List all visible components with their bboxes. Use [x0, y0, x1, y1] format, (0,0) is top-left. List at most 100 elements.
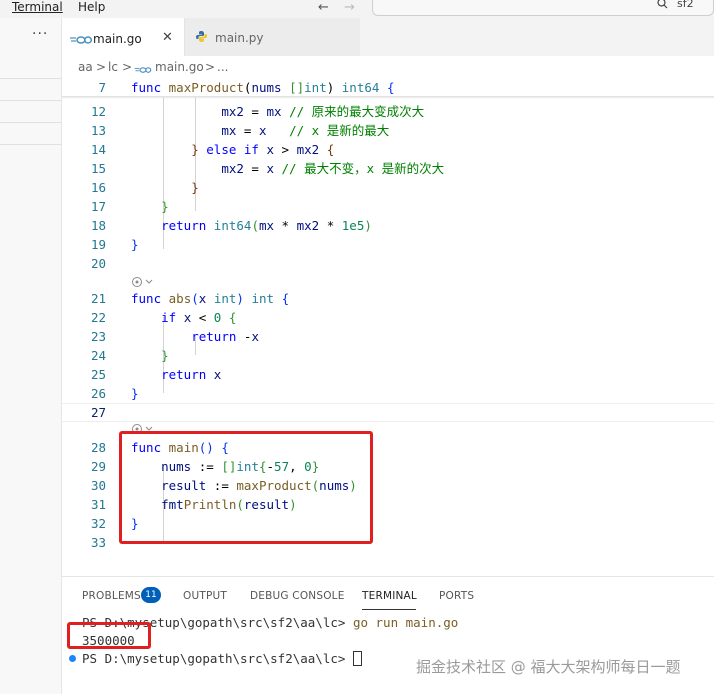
code-text: func abs(x int) int {	[131, 291, 290, 306]
menu-terminal[interactable]: Terminal	[12, 0, 63, 14]
breadcrumb: aa > lc > main.go > ...	[62, 56, 714, 78]
code-line[interactable]: 18 return int64(mx * mx2 * 1e5)	[62, 216, 714, 235]
code-text: mx2 = mx // 原来的最大变成次大	[221, 104, 425, 119]
breadcrumb-item-lc[interactable]: lc	[108, 60, 118, 74]
code-line[interactable]: 20	[62, 254, 714, 273]
watermark: 掘金技术社区 @ 福大大架构师每日一题	[416, 658, 681, 676]
side-divider	[0, 144, 62, 145]
code-line[interactable]: 12 mx2 = mx // 原来的最大变成次大	[62, 102, 714, 121]
line-number: 21	[90, 291, 106, 306]
tab-label: main.go	[93, 32, 142, 46]
line-number: 14	[90, 142, 106, 157]
command-center-search[interactable]: sf2	[372, 0, 714, 16]
line-number: 33	[90, 535, 106, 550]
back-arrow-icon[interactable]: ←	[318, 0, 329, 15]
breadcrumb-separator: >	[205, 60, 216, 74]
terminal-command: go run main.go	[352, 615, 459, 630]
tab-ports[interactable]: PORTS	[439, 590, 474, 602]
code-text: return int64(mx * mx2 * 1e5)	[161, 218, 372, 233]
code-line[interactable]: 7 func maxProduct(nums []int) int64 {	[62, 78, 714, 97]
more-actions-icon[interactable]: ···	[32, 26, 48, 42]
breadcrumb-separator: >	[122, 60, 133, 74]
breadcrumb-separator: >	[96, 60, 107, 74]
menu-help-label: Help	[78, 0, 106, 14]
line-number: 16	[90, 180, 106, 195]
line-number: 13	[90, 123, 106, 138]
line-number: 30	[90, 478, 106, 493]
line-number: 32	[90, 516, 106, 531]
tab-problems[interactable]: PROBLEMS	[82, 590, 141, 602]
breadcrumb-item-main-go[interactable]: main.go	[155, 60, 204, 74]
tab-output[interactable]: OUTPUT	[183, 590, 227, 602]
search-text: sf2	[677, 0, 694, 10]
line-number: 20	[90, 256, 106, 271]
breadcrumb-item-more[interactable]: ...	[217, 60, 228, 74]
menu-terminal-label: Terminal	[12, 0, 63, 14]
line-number: 19	[90, 237, 106, 252]
line-number: 26	[90, 386, 106, 401]
terminal-line-prompt[interactable]: PS D:\mysetup\gopath\src\sf2\aa\lc>	[82, 650, 362, 668]
code-line[interactable]: 15 mx2 = x // 最大不变，x 是新的次大	[62, 159, 714, 178]
line-number: 29	[90, 459, 106, 474]
code-text: }	[191, 180, 199, 195]
code-text: }	[161, 199, 169, 214]
go-file-icon	[134, 67, 152, 73]
menu-help[interactable]: Help	[78, 0, 105, 14]
code-text: } else if x > mx2 {	[191, 142, 335, 157]
search-icon	[657, 0, 668, 9]
line-number: 24	[90, 348, 106, 363]
code-line[interactable]: 22 if x < 0 {	[62, 308, 714, 327]
code-text: mx2 = x // 最大不变，x 是新的次大	[221, 161, 445, 176]
code-line[interactable]: 25 return x	[62, 365, 714, 384]
go-file-icon	[70, 36, 92, 44]
line-number: 17	[90, 199, 106, 214]
forward-arrow-icon[interactable]: →	[344, 0, 355, 15]
side-panel: ···	[0, 18, 62, 694]
sticky-scroll-shadow	[62, 96, 714, 99]
tab-main-py[interactable]: main.py	[184, 18, 360, 56]
line-number: 15	[90, 161, 106, 176]
code-text: return -x	[191, 329, 259, 344]
code-line[interactable]: 13 mx = x // x 是新的最大	[62, 121, 714, 140]
code-line[interactable]: 17 }	[62, 197, 714, 216]
code-line[interactable]: 14 } else if x > mx2 {	[62, 140, 714, 159]
code-line[interactable]: 16 }	[62, 178, 714, 197]
code-line[interactable]: 24 }	[62, 346, 714, 365]
code-line[interactable]: 19}	[62, 235, 714, 254]
code-line[interactable]: 26}	[62, 384, 714, 403]
tab-label: main.py	[215, 31, 264, 45]
code-text: return x	[161, 367, 222, 382]
output-highlight	[67, 622, 151, 649]
line-number: 12	[90, 104, 106, 119]
code-line[interactable]: 21 func abs(x int) int {	[62, 289, 714, 308]
code-text: func maxProduct(nums []int) int64 {	[131, 80, 395, 95]
code-text: }	[131, 386, 139, 401]
line-number: 28	[90, 440, 106, 455]
line-number: 27	[90, 405, 106, 420]
command-status-icon	[69, 655, 76, 662]
code-line[interactable]: 23 return -x	[62, 327, 714, 346]
terminal-prompt: PS D:\mysetup\gopath\src\sf2\aa\lc>	[82, 651, 353, 666]
code-text: }	[131, 237, 139, 252]
code-text: mx = x // x 是新的最大	[221, 123, 390, 138]
code-text: if x < 0 {	[161, 310, 237, 325]
terminal-cursor	[352, 651, 362, 666]
editor-tab-bar: main.go ✕ main.py	[62, 18, 714, 56]
line-number: 18	[90, 218, 106, 233]
menu-bar: Terminal Help ← → sf2	[0, 0, 714, 18]
line-number: 7	[98, 80, 106, 95]
codelens-icon[interactable]	[131, 276, 155, 288]
line-number: 22	[90, 310, 106, 325]
active-tab-underline	[362, 609, 416, 610]
tab-debug-console[interactable]: DEBUG CONSOLE	[250, 590, 345, 602]
problems-count-badge: 11	[141, 587, 161, 603]
code-text: }	[161, 348, 169, 363]
side-divider	[0, 122, 62, 123]
main-func-highlight	[119, 431, 373, 544]
breadcrumb-item-aa[interactable]: aa	[78, 60, 93, 74]
code-line[interactable]: 27	[62, 403, 714, 422]
tab-main-go[interactable]: main.go ✕	[62, 18, 184, 56]
close-icon[interactable]: ✕	[162, 30, 173, 45]
python-file-icon	[196, 31, 207, 42]
tab-terminal[interactable]: TERMINAL	[362, 590, 417, 602]
